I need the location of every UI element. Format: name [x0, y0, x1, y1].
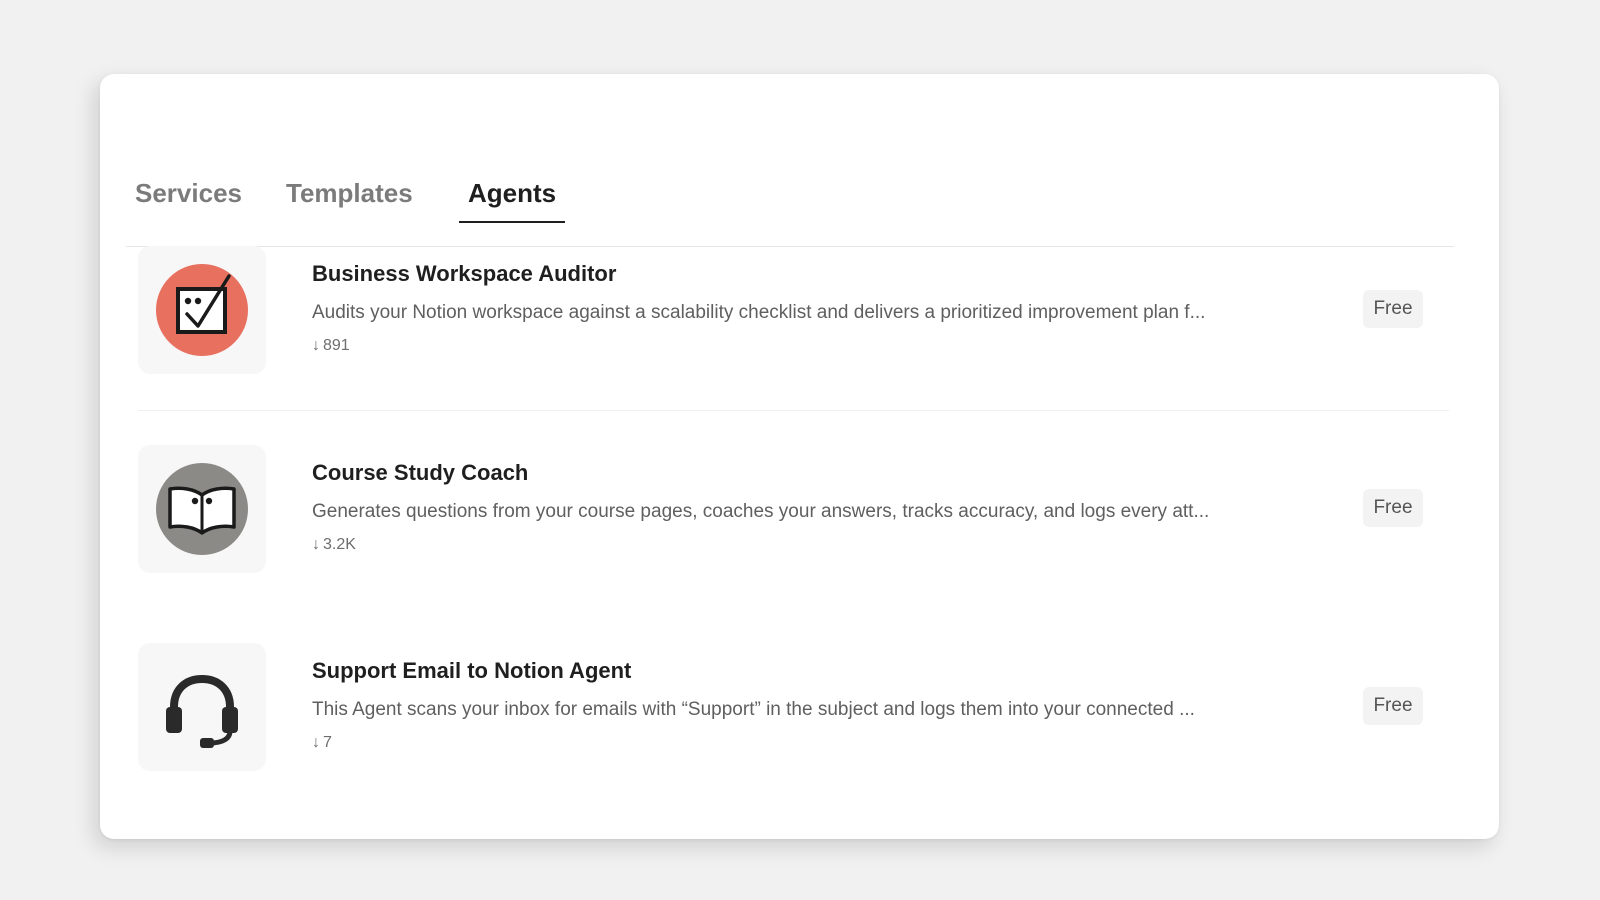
agent-title: Support Email to Notion Agent	[312, 658, 632, 683]
agent-title: Business Workspace Auditor	[312, 261, 617, 286]
agent-thumbnail	[138, 643, 266, 771]
download-count-value: 7	[323, 734, 332, 751]
download-count: ↓ 7	[312, 734, 332, 752]
download-count-value: 891	[323, 337, 350, 354]
agent-thumbnail	[138, 445, 266, 573]
audit-checklist-icon	[156, 264, 248, 356]
download-count-value: 3.2K	[323, 536, 356, 553]
download-count: ↓ 891	[312, 337, 350, 355]
download-arrow-icon: ↓	[312, 337, 320, 354]
download-arrow-icon: ↓	[312, 536, 320, 553]
agent-description: Audits your Notion workspace against a s…	[312, 302, 1206, 323]
tab-bar: Services Templates Agents	[126, 126, 1454, 247]
agents-panel: Services Templates Agents Business Works…	[100, 74, 1499, 839]
open-book-icon	[156, 463, 248, 555]
tab-templates[interactable]: Templates	[277, 178, 422, 223]
agent-item-support-email-to-notion-agent[interactable]: Support Email to Notion Agent This Agent…	[138, 643, 1460, 773]
headset-icon	[166, 674, 238, 748]
tab-services[interactable]: Services	[126, 178, 251, 223]
download-count: ↓ 3.2K	[312, 536, 356, 554]
agent-title: Course Study Coach	[312, 460, 529, 485]
agent-description: This Agent scans your inbox for emails w…	[312, 699, 1195, 720]
row-divider	[138, 410, 1449, 411]
download-arrow-icon: ↓	[312, 734, 320, 751]
agent-description: Generates questions from your course pag…	[312, 501, 1210, 522]
agent-thumbnail	[138, 246, 266, 374]
tab-agents[interactable]: Agents	[459, 178, 566, 223]
price-badge: Free	[1363, 290, 1423, 328]
agent-item-course-study-coach[interactable]: Course Study Coach Generates questions f…	[138, 445, 1460, 575]
price-badge: Free	[1363, 489, 1423, 527]
price-badge: Free	[1363, 687, 1423, 725]
agent-item-business-workspace-auditor[interactable]: Business Workspace Auditor Audits your N…	[138, 246, 1460, 376]
